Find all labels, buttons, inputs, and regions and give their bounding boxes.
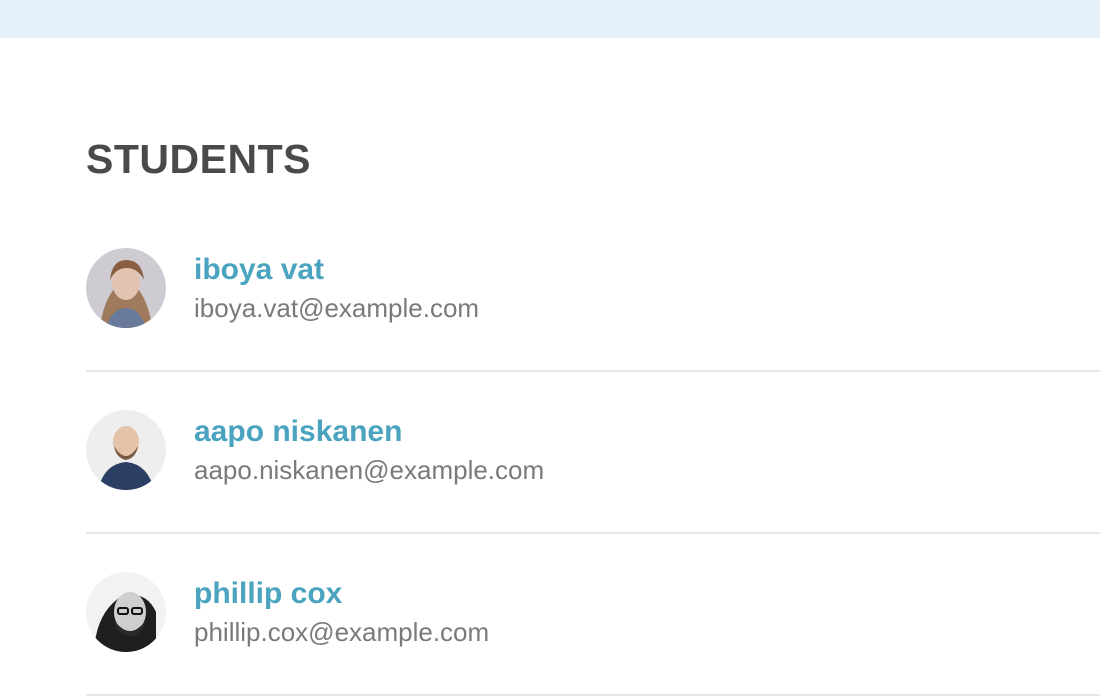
list-item: iboya vat iboya.vat@example.com (86, 210, 1100, 372)
top-bar (0, 0, 1100, 38)
student-email: aapo.niskanen@example.com (194, 455, 545, 485)
student-email: phillip.cox@example.com (194, 617, 490, 647)
avatar[interactable] (86, 248, 166, 328)
avatar[interactable] (86, 572, 166, 652)
student-name-link[interactable]: aapo niskanen (194, 414, 402, 450)
student-list: iboya vat iboya.vat@example.com aapo nis… (86, 210, 1100, 696)
student-email: iboya.vat@example.com (194, 293, 480, 323)
student-name-link[interactable]: phillip cox (194, 576, 342, 612)
list-item: aapo niskanen aapo.niskanen@example.com (86, 372, 1100, 534)
list-item: phillip cox phillip.cox@example.com (86, 534, 1100, 696)
section-title: STUDENTS (86, 136, 311, 182)
avatar[interactable] (86, 410, 166, 490)
student-name-link[interactable]: iboya vat (194, 252, 324, 288)
